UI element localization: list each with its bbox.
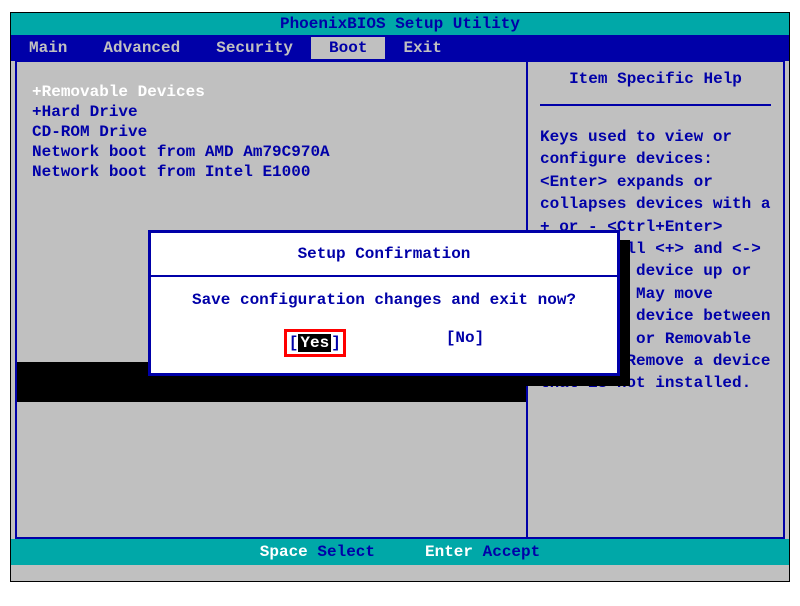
menu-security[interactable]: Security bbox=[198, 37, 311, 59]
boot-cdrom[interactable]: CD-ROM Drive bbox=[32, 122, 511, 142]
dialog-title: Setup Confirmation bbox=[151, 233, 617, 277]
dialog-buttons: [Yes] [No] bbox=[151, 329, 617, 373]
boot-hard-drive[interactable]: Hard Drive bbox=[32, 102, 511, 122]
menu-bar: Main Advanced Security Boot Exit bbox=[11, 35, 789, 61]
boot-removable-devices[interactable]: Removable Devices bbox=[32, 82, 511, 102]
footer-key-space: Space bbox=[260, 543, 308, 561]
dialog-message: Save configuration changes and exit now? bbox=[151, 277, 617, 329]
footer-key-enter: Enter bbox=[425, 543, 473, 561]
yes-button-label: Yes bbox=[298, 334, 331, 352]
boot-network-intel[interactable]: Network boot from Intel E1000 bbox=[32, 162, 511, 182]
menu-main[interactable]: Main bbox=[11, 37, 85, 59]
menu-boot[interactable]: Boot bbox=[311, 37, 385, 59]
footer-label-select: Select bbox=[317, 543, 375, 561]
footer-bar: Space Select Enter Accept bbox=[11, 539, 789, 565]
menu-exit[interactable]: Exit bbox=[385, 37, 459, 59]
setup-confirmation-dialog: Setup Confirmation Save configuration ch… bbox=[148, 230, 620, 376]
menu-advanced[interactable]: Advanced bbox=[85, 37, 198, 59]
boot-network-amd[interactable]: Network boot from AMD Am79C970A bbox=[32, 142, 511, 162]
footer-hint-enter: Enter Accept bbox=[425, 543, 540, 561]
help-header: Item Specific Help bbox=[540, 70, 771, 106]
yes-button[interactable]: [Yes] bbox=[284, 329, 346, 357]
no-button[interactable]: [No] bbox=[446, 329, 484, 357]
footer-hint-space: Space Select bbox=[260, 543, 375, 561]
footer-label-accept: Accept bbox=[483, 543, 541, 561]
title-bar: PhoenixBIOS Setup Utility bbox=[11, 13, 789, 35]
